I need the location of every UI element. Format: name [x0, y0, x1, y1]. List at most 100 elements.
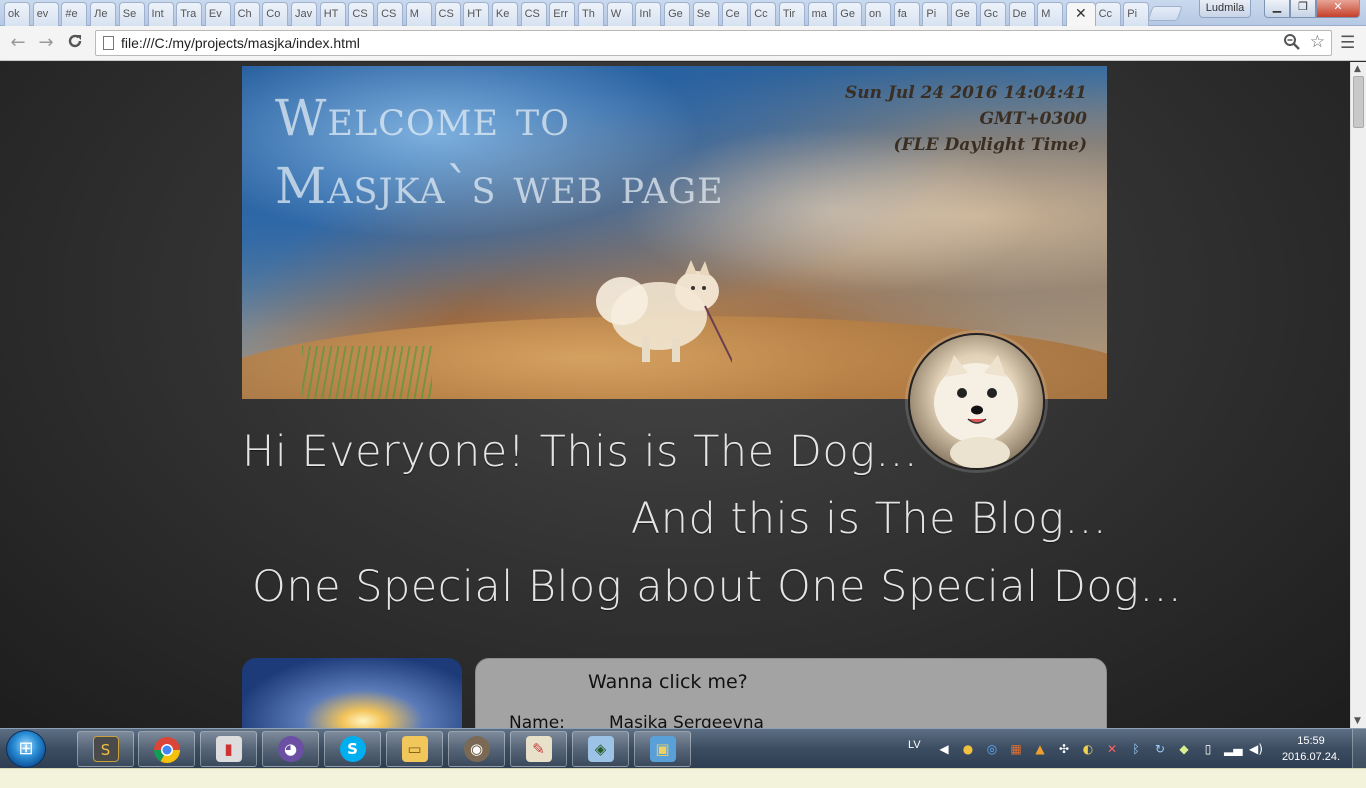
browser-tab[interactable]: Pi: [922, 2, 949, 26]
taskbar-maps[interactable]: ◈: [572, 731, 629, 767]
search-tool-icon[interactable]: ◎: [984, 741, 1000, 757]
speaker-muted-icon[interactable]: ◀: [936, 741, 952, 757]
tab-active[interactable]: ✕: [1065, 2, 1096, 26]
headline-intro: Hi Everyone! This is The Dog...: [242, 427, 918, 477]
browser-tab[interactable]: Err: [549, 2, 576, 26]
browser-tab[interactable]: #e: [61, 2, 88, 26]
browser-tab[interactable]: Tir: [778, 2, 805, 26]
profile-button[interactable]: Ludmila: [1199, 0, 1251, 18]
dropbox-icon[interactable]: ✣: [1056, 741, 1072, 757]
update-icon[interactable]: ◐: [1080, 741, 1096, 757]
taskbar-clock[interactable]: 15:59 2016.07.24.: [1276, 733, 1346, 765]
taskbar-usb-tool[interactable]: ▮: [200, 731, 257, 767]
browser-tab[interactable]: M: [405, 2, 432, 26]
vertical-scrollbar[interactable]: ▲ ▼: [1350, 62, 1366, 728]
browser-tab[interactable]: Gc: [979, 2, 1006, 26]
menu-icon[interactable]: ☰: [1340, 33, 1355, 53]
browser-tab[interactable]: Int: [147, 2, 174, 26]
maximize-button[interactable]: ❐: [1290, 0, 1316, 18]
browser-tab[interactable]: Jav: [291, 2, 317, 26]
package-icon[interactable]: ▲: [1032, 741, 1048, 757]
browser-tab[interactable]: CS: [520, 2, 547, 26]
browser-tab[interactable]: ma: [807, 2, 834, 26]
new-tab-button[interactable]: [1147, 6, 1183, 21]
taskbar-photos[interactable]: ▣: [634, 731, 691, 767]
smiley-icon[interactable]: ●: [960, 741, 976, 757]
browser-tab[interactable]: M: [1037, 2, 1064, 26]
language-indicator[interactable]: LV: [908, 739, 921, 751]
taskbar-skype[interactable]: S: [324, 731, 381, 767]
browser-tab[interactable]: Ле: [90, 2, 117, 26]
url-text[interactable]: file:///C:/my/projects/masjka/index.html: [121, 35, 360, 51]
banner-date-line-2: (FLE Daylight Time): [893, 135, 1087, 155]
browser-tab[interactable]: Ce: [721, 2, 748, 26]
page-icon: [103, 36, 114, 50]
browser-tab[interactable]: CS: [348, 2, 375, 26]
usb-icon: ▮: [215, 736, 242, 762]
browser-tab[interactable]: ok: [4, 2, 30, 26]
palette-icon: ✎: [525, 736, 552, 762]
headline-blog: And this is The Blog...: [630, 494, 1107, 544]
safely-remove-icon[interactable]: ▯: [1200, 741, 1216, 757]
browser-tab[interactable]: Tra: [176, 2, 203, 26]
banner-date: Sun Jul 24 2016 14:04:41 GMT+0300 (FLE D…: [787, 80, 1087, 158]
evernote-icon[interactable]: ◆: [1176, 741, 1192, 757]
taskbar-gimp[interactable]: ◉: [448, 731, 505, 767]
picture-icon: ▣: [649, 736, 676, 762]
start-button[interactable]: ⊞: [6, 730, 46, 768]
back-button[interactable]: ←: [6, 32, 30, 54]
browser-tab[interactable]: Th: [578, 2, 604, 26]
taskbar-file-explorer[interactable]: ▭: [386, 731, 443, 767]
browser-tab[interactable]: HT: [463, 2, 490, 26]
browser-tab[interactable]: Pi: [1123, 2, 1150, 26]
browser-tab[interactable]: Se: [692, 2, 719, 26]
browser-tab[interactable]: Cc: [1094, 2, 1121, 26]
browser-tab[interactable]: HT: [319, 2, 346, 26]
browser-tab[interactable]: Ev: [204, 2, 231, 26]
browser-tab[interactable]: Ge: [951, 2, 978, 26]
signal-icon[interactable]: ▂▄: [1224, 741, 1242, 757]
forward-button[interactable]: →: [34, 32, 58, 54]
browser-tab[interactable]: Ge: [836, 2, 863, 26]
scroll-up-arrow-icon[interactable]: ▲: [1354, 64, 1361, 74]
taskbar-chrome[interactable]: [138, 731, 195, 767]
browser-tab[interactable]: Se: [118, 2, 145, 26]
close-window-button[interactable]: ✕: [1316, 0, 1360, 18]
minimize-button[interactable]: ▁: [1264, 0, 1290, 18]
browser-tab[interactable]: on: [865, 2, 891, 26]
address-bar[interactable]: file:///C:/my/projects/masjka/index.html…: [95, 30, 1332, 56]
browser-tab[interactable]: ev: [32, 2, 59, 26]
taskbar-cat-app[interactable]: ◕: [262, 731, 319, 767]
bookmark-star-icon[interactable]: ☆: [1310, 32, 1325, 52]
show-desktop-button[interactable]: [1352, 729, 1366, 769]
grid-app-icon[interactable]: ▦: [1008, 741, 1024, 757]
scroll-down-arrow-icon[interactable]: ▼: [1354, 716, 1361, 726]
browser-tab[interactable]: Ke: [491, 2, 518, 26]
browser-tab[interactable]: Ge: [664, 2, 691, 26]
taskbar-sublime-text[interactable]: S: [77, 731, 134, 767]
sunset-photo-card[interactable]: [242, 658, 462, 728]
browser-tab[interactable]: Ch: [233, 2, 260, 26]
zoom-icon[interactable]: [1283, 33, 1301, 55]
browser-tab[interactable]: fa: [893, 2, 920, 26]
browser-tab[interactable]: CS: [434, 2, 461, 26]
taskbar-paint[interactable]: ✎: [510, 731, 567, 767]
browser-tab[interactable]: Co: [262, 2, 289, 26]
browser-tab[interactable]: De: [1008, 2, 1035, 26]
volume-icon[interactable]: ◀): [1248, 741, 1264, 757]
banner-date-line-1: Sun Jul 24 2016 14:04:41 GMT+0300: [844, 83, 1087, 129]
page-viewport: Welcome to Masjka`s web page Sun Jul 24 …: [0, 62, 1350, 728]
scroll-thumb[interactable]: [1353, 76, 1364, 128]
browser-tab[interactable]: Cc: [750, 2, 777, 26]
bluetooth-icon[interactable]: ᛒ: [1128, 741, 1144, 757]
click-card-title: Wanna click me?: [588, 671, 748, 693]
sync-icon[interactable]: ↻: [1152, 741, 1168, 757]
browser-tab[interactable]: W: [606, 2, 633, 26]
banner-title-line-2: Masjka`s web page: [275, 157, 724, 215]
network-flag-icon[interactable]: ✕: [1104, 741, 1120, 757]
reload-button[interactable]: [63, 32, 87, 54]
banner-title: Welcome to Masjka`s web page: [275, 84, 724, 220]
click-me-card[interactable]: Wanna click me? Name: Masjka Sergeevna: [475, 658, 1107, 728]
browser-tab[interactable]: CS: [377, 2, 404, 26]
browser-tab[interactable]: Inl: [635, 2, 662, 26]
